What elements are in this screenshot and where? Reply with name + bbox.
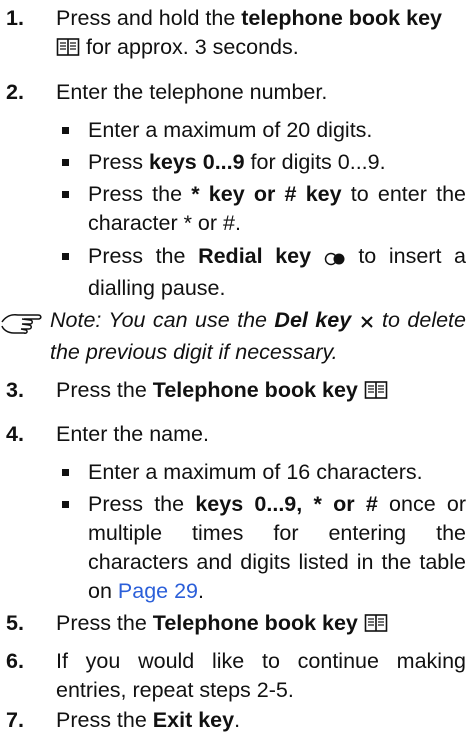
step-number: 3. — [6, 378, 24, 402]
step-text: Enter the name. — [56, 422, 209, 446]
step-text: Enter the telephone number. — [56, 80, 328, 104]
bullet-marker — [62, 501, 69, 508]
step-4: 4. Enter the name. — [6, 420, 466, 449]
step-number: 4. — [6, 422, 24, 446]
bullet-marker — [62, 469, 69, 476]
step-5: 5. Press the Telephone book key — [6, 609, 466, 641]
step-text: If you would like to continue making ent… — [56, 649, 466, 702]
step-2: 2. Enter the telephone number. — [6, 78, 466, 107]
step-text: Press and hold the telephone book key fo… — [56, 4, 466, 65]
telephone-book-icon — [364, 612, 388, 641]
note-text: Note: You can use the Del key to delete … — [50, 308, 466, 364]
step-7: 7. Press the Exit key. — [6, 706, 466, 735]
telephone-book-icon — [364, 379, 388, 408]
step-3: 3. Press the Telephone book key — [6, 376, 466, 408]
step-number: 2. — [6, 80, 24, 104]
step-text: Press the Telephone book key — [56, 376, 466, 408]
telephone-book-icon — [56, 36, 80, 65]
step-text: Press the Exit key. — [56, 708, 241, 732]
step-text: Press the Telephone book key — [56, 609, 466, 641]
list-item: Press the keys 0...9, * or # once or mul… — [50, 490, 466, 606]
step-number: 1. — [6, 6, 24, 30]
list-item: Press keys 0...9 for digits 0...9. — [50, 148, 466, 177]
step-1: 1. Press and hold the telephone book key… — [6, 4, 466, 65]
step-number: 7. — [6, 708, 24, 732]
list-item: Press the * key or # key to enter the ch… — [50, 180, 466, 238]
note: Note: You can use the Del key to delete … — [0, 306, 466, 367]
redial-icon — [324, 245, 346, 274]
del-x-icon — [359, 309, 375, 338]
bullet-marker — [62, 159, 69, 166]
bullet-marker — [62, 191, 69, 198]
pointing-hand-icon — [0, 308, 44, 334]
bullet-marker — [62, 127, 69, 134]
step-number: 5. — [6, 611, 24, 635]
step-number: 6. — [6, 649, 24, 673]
list-item: Press the Redial key to insert a diallin… — [50, 242, 466, 303]
list-item: Enter a maximum of 16 characters. — [50, 458, 466, 487]
list-item: Enter a maximum of 20 digits. — [50, 116, 466, 145]
page-link[interactable]: Page 29 — [118, 579, 198, 603]
bullet-marker — [62, 253, 69, 260]
step-6: 6. If you would like to continue making … — [6, 647, 466, 705]
instruction-page: 1. Press and hold the telephone book key… — [0, 0, 474, 736]
